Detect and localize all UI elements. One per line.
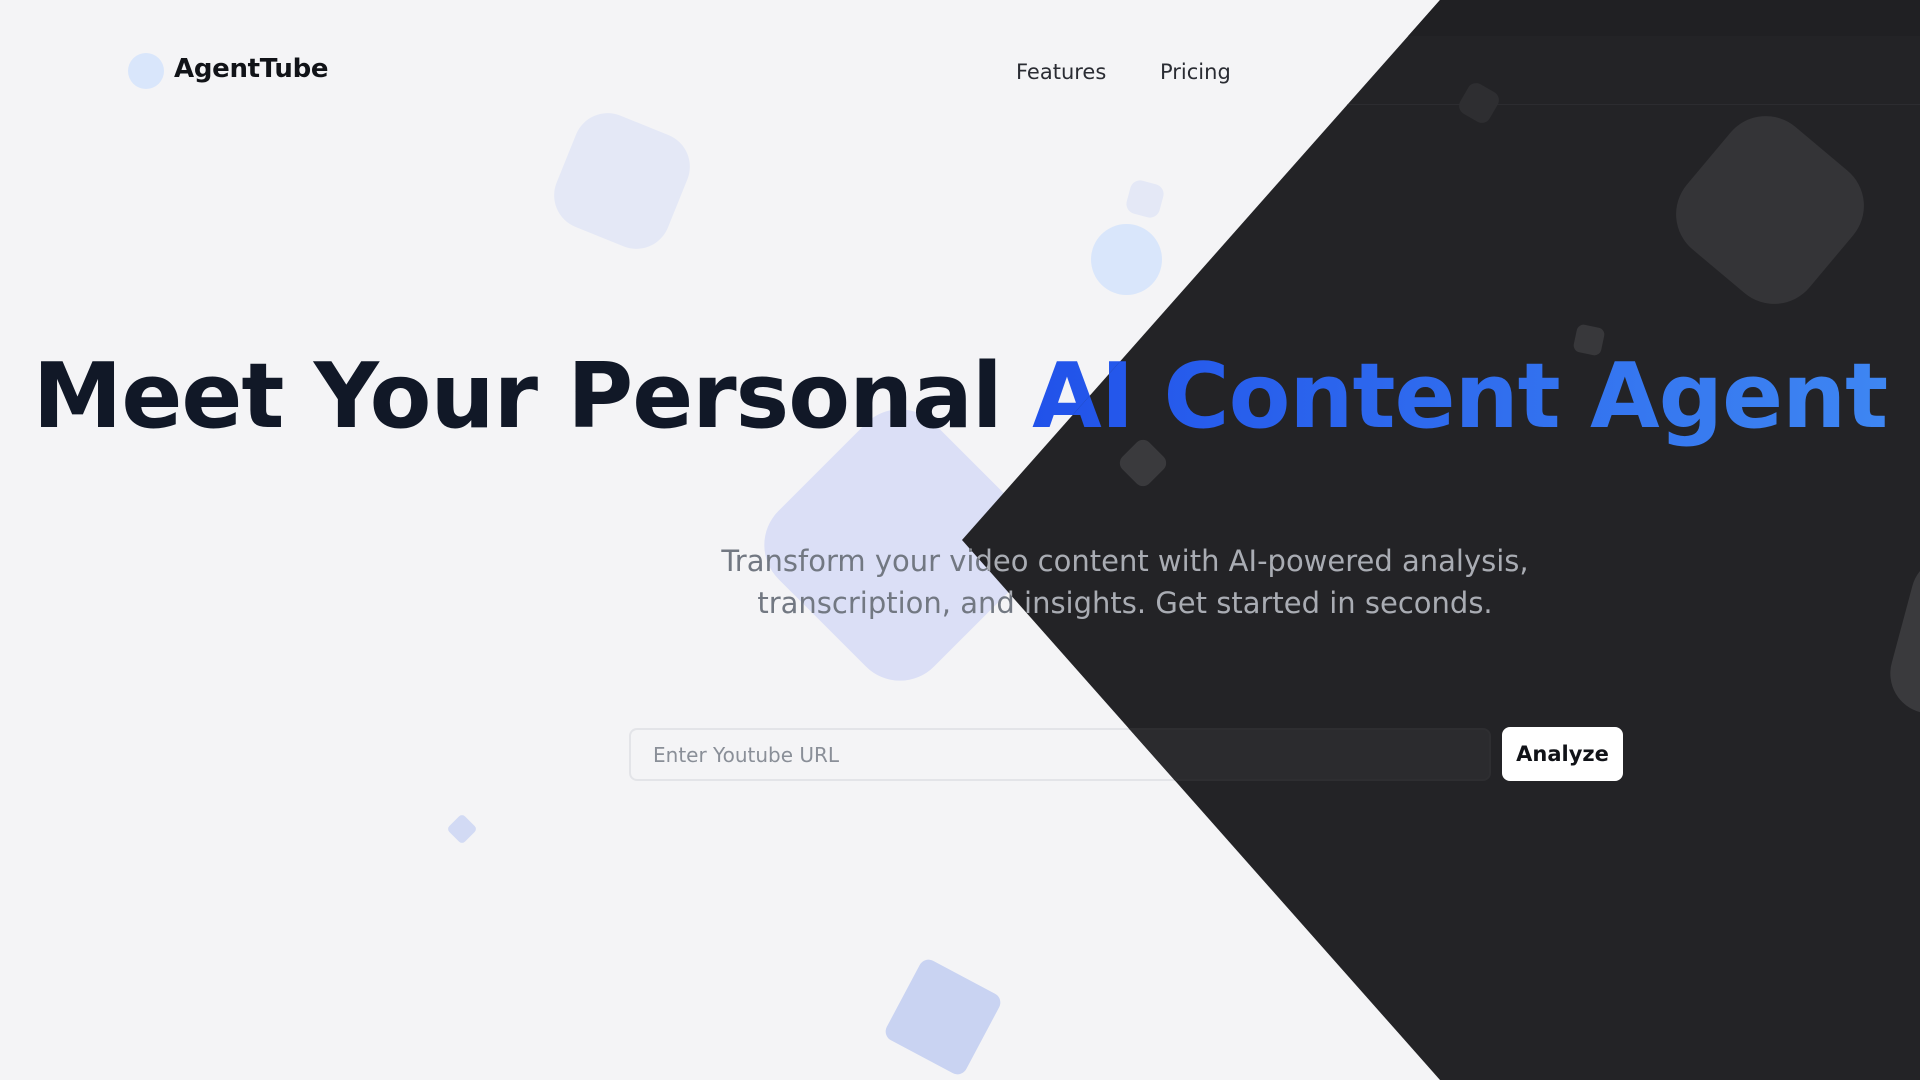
decorative-small-square xyxy=(1124,178,1166,220)
decorative-rounded-square xyxy=(1657,97,1883,323)
nav-link-features[interactable]: Features xyxy=(1016,60,1106,84)
brand-name[interactable]: AgentTube xyxy=(174,54,329,84)
hero-title-plain: Meet Your Personal xyxy=(32,344,1033,449)
logo-icon[interactable] xyxy=(128,53,164,89)
nav-link-pricing[interactable]: Pricing xyxy=(1160,60,1231,84)
decorative-rounded-shape xyxy=(1881,547,1920,733)
analyze-button-dark: Analyze xyxy=(1502,727,1623,781)
decorative-circle xyxy=(1091,224,1162,295)
decorative-rounded-square xyxy=(543,102,701,260)
decorative-tilted-square xyxy=(882,956,1004,1078)
hero-title-accent: AI Content Agent xyxy=(1032,344,1888,449)
decorative-small-diamond xyxy=(446,813,478,845)
